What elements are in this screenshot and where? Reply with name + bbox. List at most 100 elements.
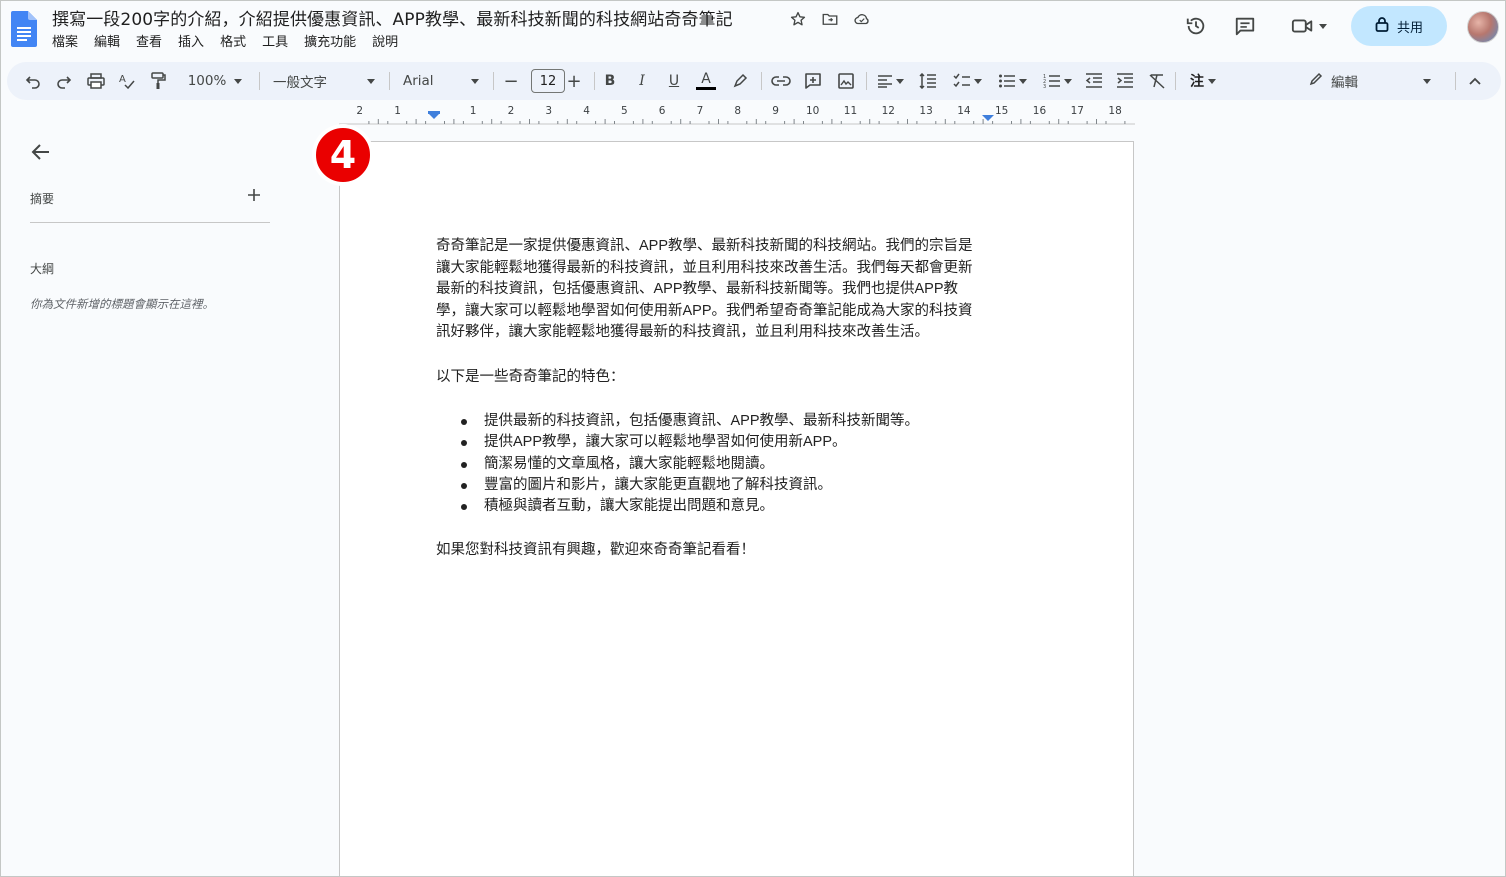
- document-title[interactable]: 撰寫一段200字的介紹，介紹提供優惠資訊、APP教學、最新科技新聞的科技網站奇奇…: [52, 5, 733, 30]
- back-arrow-icon[interactable]: [30, 141, 52, 163]
- add-summary-icon[interactable]: [246, 187, 262, 203]
- paint-format-icon[interactable]: [146, 70, 170, 92]
- checklist-icon[interactable]: [948, 70, 986, 92]
- decrease-font-size-icon[interactable]: −: [501, 70, 521, 92]
- menu-view[interactable]: 查看: [128, 34, 170, 52]
- menu-help[interactable]: 說明: [364, 34, 406, 52]
- align-icon[interactable]: [873, 70, 907, 92]
- bold-icon[interactable]: B: [599, 70, 621, 92]
- add-comment-icon[interactable]: [801, 70, 825, 92]
- clear-formatting-icon[interactable]: [1145, 70, 1169, 92]
- ruler-label: 2: [356, 105, 364, 117]
- ruler-label: 14: [957, 105, 971, 117]
- undo-icon[interactable]: [21, 70, 45, 92]
- ruler-label: 4: [583, 105, 590, 117]
- document-body[interactable]: 奇奇筆記是一家提供優惠資訊、APP教學、最新科技新聞的科技網站。我們的宗旨是讓大…: [436, 236, 984, 585]
- list-item: 積極與讀者互動，讓大家能提出問題和意見。: [436, 496, 984, 517]
- share-button[interactable]: 共用: [1351, 6, 1447, 46]
- input-tools-icon[interactable]: 注: [1183, 70, 1223, 92]
- meet-icon[interactable]: [1287, 13, 1331, 39]
- decrease-indent-icon[interactable]: [1082, 70, 1106, 92]
- title-bar: 撰寫一段200字的介紹，介紹提供優惠資訊、APP教學、最新科技新聞的科技網站奇奇…: [1, 1, 1505, 59]
- chevron-down-icon: [973, 78, 982, 84]
- font-select[interactable]: Arial: [399, 70, 483, 92]
- list-item: 豐富的圖片和影片，讓大家能更直觀地了解科技資訊。: [436, 475, 984, 496]
- menu-format[interactable]: 格式: [212, 34, 254, 52]
- outline-label: 大綱: [30, 262, 55, 276]
- outline-hint: 你為文件新增的標題會顯示在這裡。: [30, 297, 214, 311]
- ruler-label: 2: [507, 105, 515, 117]
- font-size-input[interactable]: 12: [531, 69, 565, 93]
- closing-paragraph: 如果您對科技資訊有興趣，歡迎來奇奇筆記看看！: [436, 542, 755, 559]
- svg-text:3: 3: [1043, 84, 1046, 89]
- underline-icon[interactable]: U: [663, 70, 685, 92]
- editing-mode-select[interactable]: 編輯: [1305, 70, 1435, 92]
- ruler-label: 6: [658, 105, 666, 117]
- comments-icon[interactable]: [1230, 13, 1260, 39]
- docs-logo-icon[interactable]: [11, 11, 37, 47]
- right-indent-marker: [982, 115, 994, 121]
- ruler-label: 10: [806, 105, 820, 117]
- chevron-down-icon: [1018, 78, 1027, 84]
- numbered-list-icon[interactable]: 123: [1038, 70, 1076, 92]
- features-list: 提供最新的科技資訊，包括優惠資訊、APP教學、最新科技新聞等。 提供APP教學，…: [436, 411, 984, 517]
- chevron-down-icon: [234, 78, 243, 84]
- collapse-icon[interactable]: [1463, 70, 1487, 92]
- ruler-label: 18: [1108, 105, 1122, 117]
- svg-text:A: A: [119, 74, 126, 85]
- ruler-label: 12: [881, 105, 895, 117]
- menu-tools[interactable]: 工具: [254, 34, 296, 52]
- menu-file[interactable]: 檔案: [44, 34, 86, 52]
- ruler-label: 17: [1070, 105, 1084, 117]
- spellcheck-icon[interactable]: A: [115, 70, 139, 92]
- step-marker-badge: 4: [313, 125, 373, 185]
- menu-insert[interactable]: 插入: [170, 34, 212, 52]
- ruler-label: 1: [469, 105, 477, 117]
- summary-label: 摘要: [30, 192, 55, 206]
- star-icon[interactable]: [785, 8, 811, 30]
- increase-font-size-icon[interactable]: +: [563, 70, 585, 92]
- insert-image-icon[interactable]: [834, 70, 858, 92]
- italic-icon[interactable]: I: [631, 70, 653, 92]
- ruler-label: 13: [919, 105, 933, 117]
- avatar[interactable]: [1467, 11, 1499, 43]
- version-history-icon[interactable]: [1181, 13, 1211, 39]
- menu-edit[interactable]: 編輯: [86, 34, 128, 52]
- style-value: 一般文字: [273, 75, 327, 91]
- menu-bar: 檔案 編輯 查看 插入 格式 工具 擴充功能 說明: [44, 34, 406, 52]
- bullet-list-icon[interactable]: [993, 70, 1031, 92]
- document-page[interactable]: 奇奇筆記是一家提供優惠資訊、APP教學、最新科技新聞的科技網站。我們的宗旨是讓大…: [339, 141, 1134, 876]
- move-to-folder-icon[interactable]: [817, 8, 843, 30]
- ruler-label: 9: [772, 105, 779, 117]
- text-color-icon[interactable]: A: [695, 70, 717, 92]
- editing-mode-label: 編輯: [1331, 75, 1358, 91]
- menu-extensions[interactable]: 擴充功能: [296, 34, 364, 52]
- ruler-label: 5: [621, 105, 628, 117]
- line-spacing-icon[interactable]: [916, 70, 940, 92]
- zoom-value: 100%: [187, 73, 227, 89]
- document-outline-panel: 摘要 大綱 你為文件新增的標題會顯示在這裡。: [6, 129, 296, 869]
- ruler-label: 15: [995, 105, 1009, 117]
- ruler-label: 3: [545, 105, 553, 117]
- print-icon[interactable]: [84, 70, 108, 92]
- cloud-saved-icon[interactable]: [849, 8, 875, 30]
- link-icon[interactable]: [769, 70, 793, 92]
- highlight-icon[interactable]: [729, 70, 751, 92]
- horizontal-ruler[interactable]: 2 1 1 2 3 4 5 6 7 8 9 10 11 12 13 14 15 16 17 18: [339, 105, 1135, 125]
- toolbar: A 100% 一般文字 Arial − 12 + B I U A 1 2 3 注…: [7, 62, 1501, 100]
- intro-paragraph: 奇奇筆記是一家提供優惠資訊、APP教學、最新科技新聞的科技網站。我們的宗旨是讓大…: [436, 238, 973, 340]
- list-item: 簡潔易懂的文章風格，讓大家能輕鬆地閱讀。: [436, 454, 984, 475]
- list-item: 提供最新的科技資訊，包括優惠資訊、APP教學、最新科技新聞等。: [436, 411, 984, 432]
- zoom-select[interactable]: 100%: [183, 70, 247, 92]
- ruler-label: 11: [843, 105, 858, 117]
- increase-indent-icon[interactable]: [1113, 70, 1137, 92]
- features-heading: 以下是一些奇奇筆記的特色：: [436, 368, 625, 385]
- first-line-indent-marker: [428, 111, 440, 114]
- redo-icon[interactable]: [52, 70, 76, 92]
- share-button-label: 共用: [1396, 20, 1423, 36]
- list-item: 提供APP教學，讓大家可以輕鬆地學習如何使用新APP。: [436, 432, 984, 453]
- chevron-down-icon: [1423, 78, 1431, 84]
- ruler-label: 7: [696, 105, 704, 117]
- style-select[interactable]: 一般文字: [269, 70, 379, 92]
- panel-divider: [30, 222, 270, 223]
